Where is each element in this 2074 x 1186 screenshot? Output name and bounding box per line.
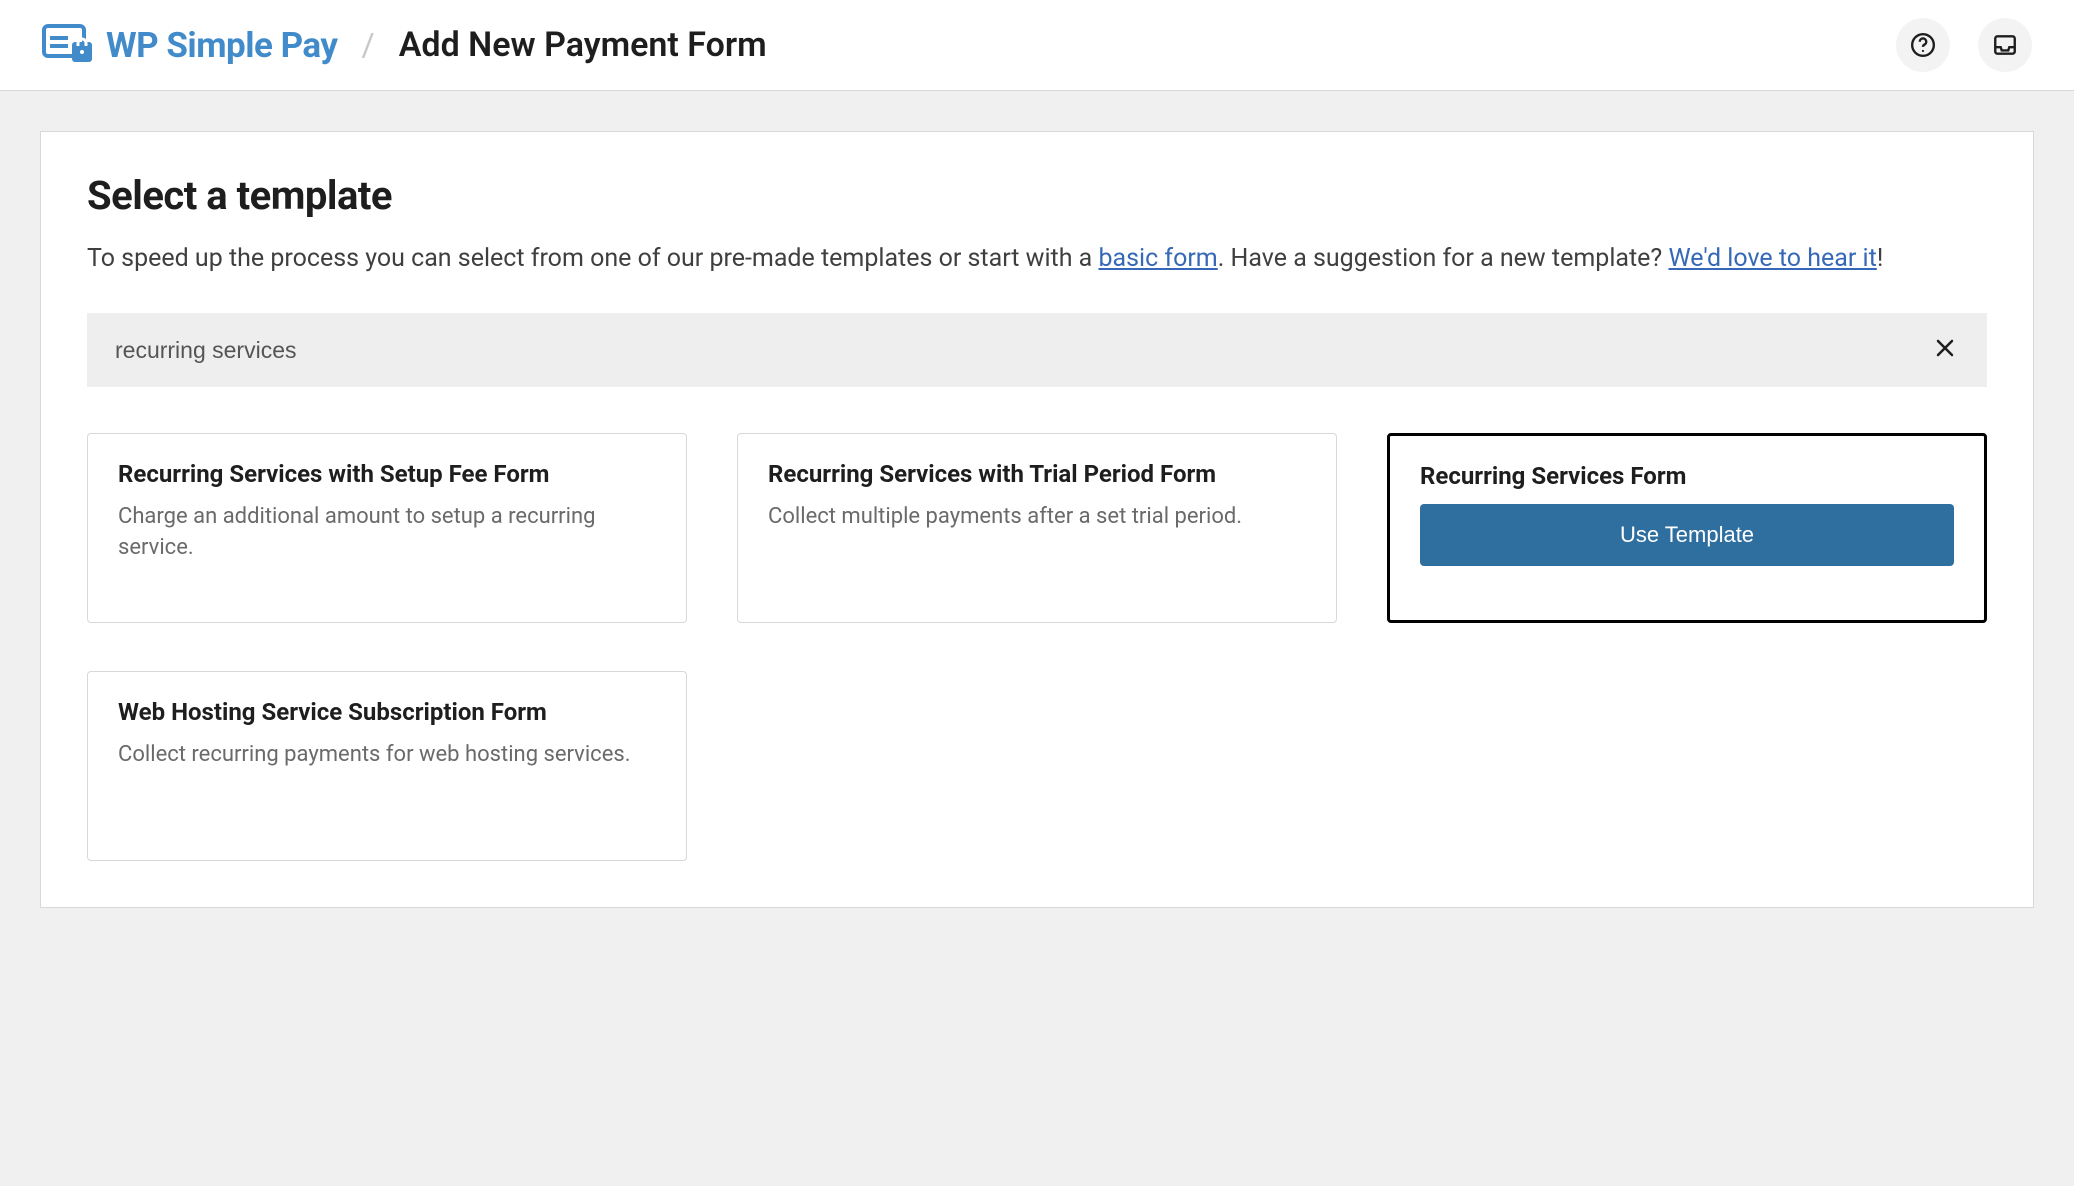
close-icon: [1935, 338, 1955, 358]
template-grid: Recurring Services with Setup Fee Form C…: [87, 433, 1987, 861]
template-title: Recurring Services with Setup Fee Form: [118, 460, 656, 488]
inbox-icon: [1992, 32, 2018, 58]
topbar: WP Simple Pay / Add New Payment Form: [0, 0, 2074, 91]
breadcrumb-separator: /: [356, 26, 381, 64]
search-bar: [87, 313, 1987, 387]
content-area: Select a template To speed up the proces…: [0, 91, 2074, 948]
brand-card-icon: [42, 24, 94, 66]
brand-name: WP Simple Pay: [106, 25, 338, 66]
template-title: Recurring Services Form: [1420, 462, 1954, 490]
template-description: Charge an additional amount to setup a r…: [118, 502, 656, 564]
template-selector-panel: Select a template To speed up the proces…: [40, 131, 2034, 908]
basic-form-link[interactable]: basic form: [1098, 244, 1217, 273]
template-description: Collect recurring payments for web hosti…: [118, 740, 656, 771]
template-card[interactable]: Recurring Services with Setup Fee Form C…: [87, 433, 687, 623]
panel-heading: Select a template: [87, 172, 1987, 219]
clear-search-button[interactable]: [1931, 335, 1959, 365]
brand-logo[interactable]: WP Simple Pay: [42, 24, 338, 66]
suggestion-link[interactable]: We'd love to hear it: [1668, 244, 1876, 273]
intro-text-3: !: [1877, 244, 1883, 273]
template-card[interactable]: Web Hosting Service Subscription Form Co…: [87, 671, 687, 861]
use-template-button[interactable]: Use Template: [1420, 504, 1954, 566]
page-title: Add New Payment Form: [399, 25, 767, 65]
panel-intro: To speed up the process you can select f…: [87, 241, 1987, 277]
intro-text-1: To speed up the process you can select f…: [87, 244, 1098, 273]
template-card[interactable]: Recurring Services with Trial Period For…: [737, 433, 1337, 623]
template-title: Recurring Services with Trial Period For…: [768, 460, 1306, 488]
help-button[interactable]: [1896, 18, 1950, 72]
intro-text-2: . Have a suggestion for a new template?: [1218, 244, 1669, 273]
template-description: Collect multiple payments after a set tr…: [768, 502, 1306, 533]
help-icon: [1910, 32, 1936, 58]
template-title: Web Hosting Service Subscription Form: [118, 698, 656, 726]
template-search-input[interactable]: [115, 337, 1931, 364]
template-card-active[interactable]: Recurring Services Form Use Template: [1387, 433, 1987, 623]
inbox-button[interactable]: [1978, 18, 2032, 72]
